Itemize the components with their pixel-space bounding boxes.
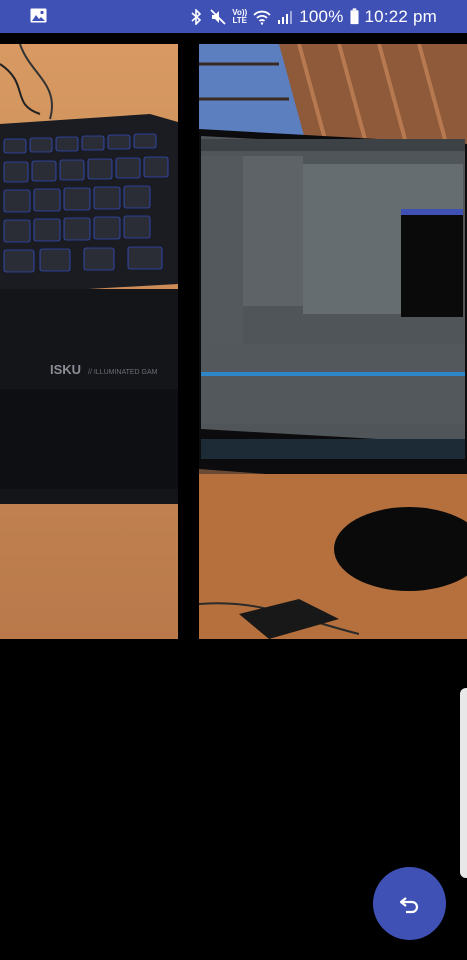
battery-icon (349, 8, 359, 25)
mute-icon (210, 8, 226, 25)
undo-button[interactable] (373, 867, 446, 940)
keyboard-brand-text: ISKU (50, 362, 81, 377)
keyboard-photo[interactable]: ISKU // ILLUMINATED GAM (0, 44, 178, 639)
volte-icon: Vo)) LTE (232, 8, 247, 25)
clock: 10:22 pm (364, 6, 437, 26)
status-bar: Vo)) LTE 100% 10:22 pm (0, 0, 467, 33)
signal-icon (278, 10, 293, 24)
wifi-icon (253, 10, 271, 25)
monitor-photo-art (199, 44, 467, 639)
undo-icon (399, 896, 418, 913)
lte-label: LTE (232, 15, 247, 25)
edge-panel-handle[interactable] (460, 688, 467, 878)
battery-percent: 100% (299, 6, 344, 26)
gallery-icon (30, 8, 47, 23)
keyboard-photo-art: ISKU // ILLUMINATED GAM (0, 44, 178, 639)
monitor-photo[interactable] (199, 44, 467, 639)
bluetooth-icon (191, 8, 202, 25)
keyboard-tagline-text: // ILLUMINATED GAM (88, 369, 158, 376)
